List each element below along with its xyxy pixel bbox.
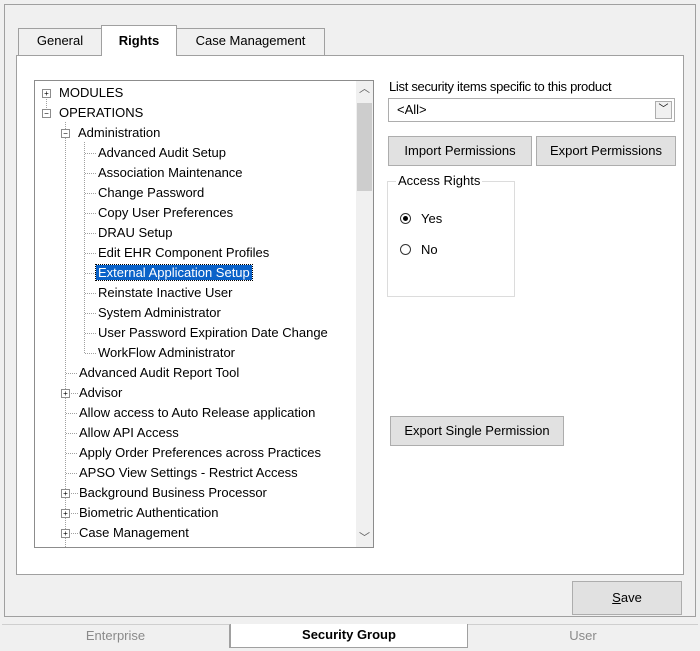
tree-item-advanced-audit-setup[interactable]: Advanced Audit Setup: [98, 143, 226, 163]
expand-modules-icon[interactable]: +: [42, 89, 51, 98]
expand-case-management-icon[interactable]: +: [61, 529, 70, 538]
tree-item-advanced-audit-report-tool[interactable]: Advanced Audit Report Tool: [79, 363, 239, 383]
tab-user[interactable]: User: [468, 624, 698, 648]
tree-item-allow-auto-release[interactable]: Allow access to Auto Release application: [79, 403, 315, 423]
security-tree[interactable]: + MODULES − OPERATIONS − Administration …: [34, 80, 374, 548]
tree-item-association-maintenance[interactable]: Association Maintenance: [98, 163, 243, 183]
tree-item-allow-api-access[interactable]: Allow API Access: [79, 423, 179, 443]
collapse-operations-icon[interactable]: −: [42, 109, 51, 118]
product-filter-value: <All>: [397, 102, 427, 117]
expand-advisor-icon[interactable]: +: [61, 389, 70, 398]
tab-rights-label: Rights: [118, 33, 160, 48]
tree-item-edit-ehr-component-profiles[interactable]: Edit EHR Component Profiles: [98, 243, 269, 263]
tree-item-change-password[interactable]: Change Password: [98, 183, 204, 203]
save-button[interactable]: Save: [572, 581, 682, 615]
export-single-permission-button[interactable]: Export Single Permission: [390, 416, 564, 446]
tree-item-advisor[interactable]: Advisor: [79, 383, 122, 403]
tree-item-system-administrator[interactable]: System Administrator: [98, 303, 221, 323]
tab-general-label: General: [36, 33, 84, 48]
tree-item-biometric-authentication[interactable]: Biometric Authentication: [79, 503, 218, 523]
collapse-administration-icon[interactable]: −: [61, 129, 70, 138]
tree-scrollbar[interactable]: ︿ ﹀: [356, 81, 373, 547]
tree-item-workflow-administrator[interactable]: WorkFlow Administrator: [98, 343, 235, 363]
tab-enterprise-label: Enterprise: [85, 628, 146, 643]
tree-item-administration[interactable]: Administration: [78, 123, 160, 143]
tree-item-drau-setup[interactable]: DRAU Setup: [98, 223, 172, 243]
radio-no[interactable]: [400, 244, 411, 255]
tab-security-group-label: Security Group: [302, 627, 396, 642]
expand-background-business-processor-icon[interactable]: +: [61, 489, 70, 498]
tree-item-external-application-setup-row[interactable]: External Application Setup: [95, 263, 253, 283]
tab-security-group[interactable]: Security Group: [230, 624, 468, 648]
radio-no-label[interactable]: No: [421, 242, 438, 257]
access-rights-legend: Access Rights: [396, 173, 483, 188]
tree-item-reinstate-inactive-user[interactable]: Reinstate Inactive User: [98, 283, 232, 303]
tab-general[interactable]: General: [18, 28, 102, 55]
tree-item-apso-view-settings[interactable]: APSO View Settings - Restrict Access: [79, 463, 298, 483]
tab-rights[interactable]: Rights: [101, 25, 177, 56]
scroll-down-icon[interactable]: ﹀: [356, 530, 373, 547]
scroll-up-icon[interactable]: ︿: [356, 81, 373, 98]
tree-item-case-management[interactable]: Case Management: [79, 523, 189, 543]
filter-label: List security items specific to this pro…: [389, 79, 612, 94]
tree-item-apply-order-preferences[interactable]: Apply Order Preferences across Practices: [79, 443, 321, 463]
import-permissions-button[interactable]: Import Permissions: [388, 136, 532, 166]
tab-enterprise[interactable]: Enterprise: [2, 624, 230, 648]
scroll-thumb[interactable]: [357, 103, 372, 191]
save-label: ave: [620, 590, 642, 605]
bottom-tab-strip: Enterprise Security Group User: [2, 624, 698, 648]
tab-case-management[interactable]: Case Management: [176, 28, 325, 55]
radio-yes[interactable]: [400, 213, 411, 224]
save-accelerator: S: [612, 590, 621, 605]
tree-item-user-password-expiration[interactable]: User Password Expiration Date Change: [98, 323, 328, 343]
tree-item-background-business-processor[interactable]: Background Business Processor: [79, 483, 267, 503]
tree-item-operations[interactable]: OPERATIONS: [59, 103, 143, 123]
radio-selected-dot: [403, 216, 408, 221]
access-rights-group: Access Rights: [387, 173, 515, 297]
tab-case-management-label: Case Management: [195, 33, 306, 48]
chevron-down-icon[interactable]: ﹀: [655, 101, 672, 119]
expand-biometric-authentication-icon[interactable]: +: [61, 509, 70, 518]
radio-yes-label[interactable]: Yes: [421, 211, 442, 226]
tree-item-copy-user-preferences[interactable]: Copy User Preferences: [98, 203, 233, 223]
tree-item-modules[interactable]: MODULES: [59, 83, 123, 103]
tab-user-label: User: [569, 628, 597, 643]
product-filter-select[interactable]: <All> ﹀: [388, 98, 675, 122]
tree-item-external-application-setup[interactable]: External Application Setup: [95, 264, 253, 281]
export-permissions-button[interactable]: Export Permissions: [536, 136, 676, 166]
